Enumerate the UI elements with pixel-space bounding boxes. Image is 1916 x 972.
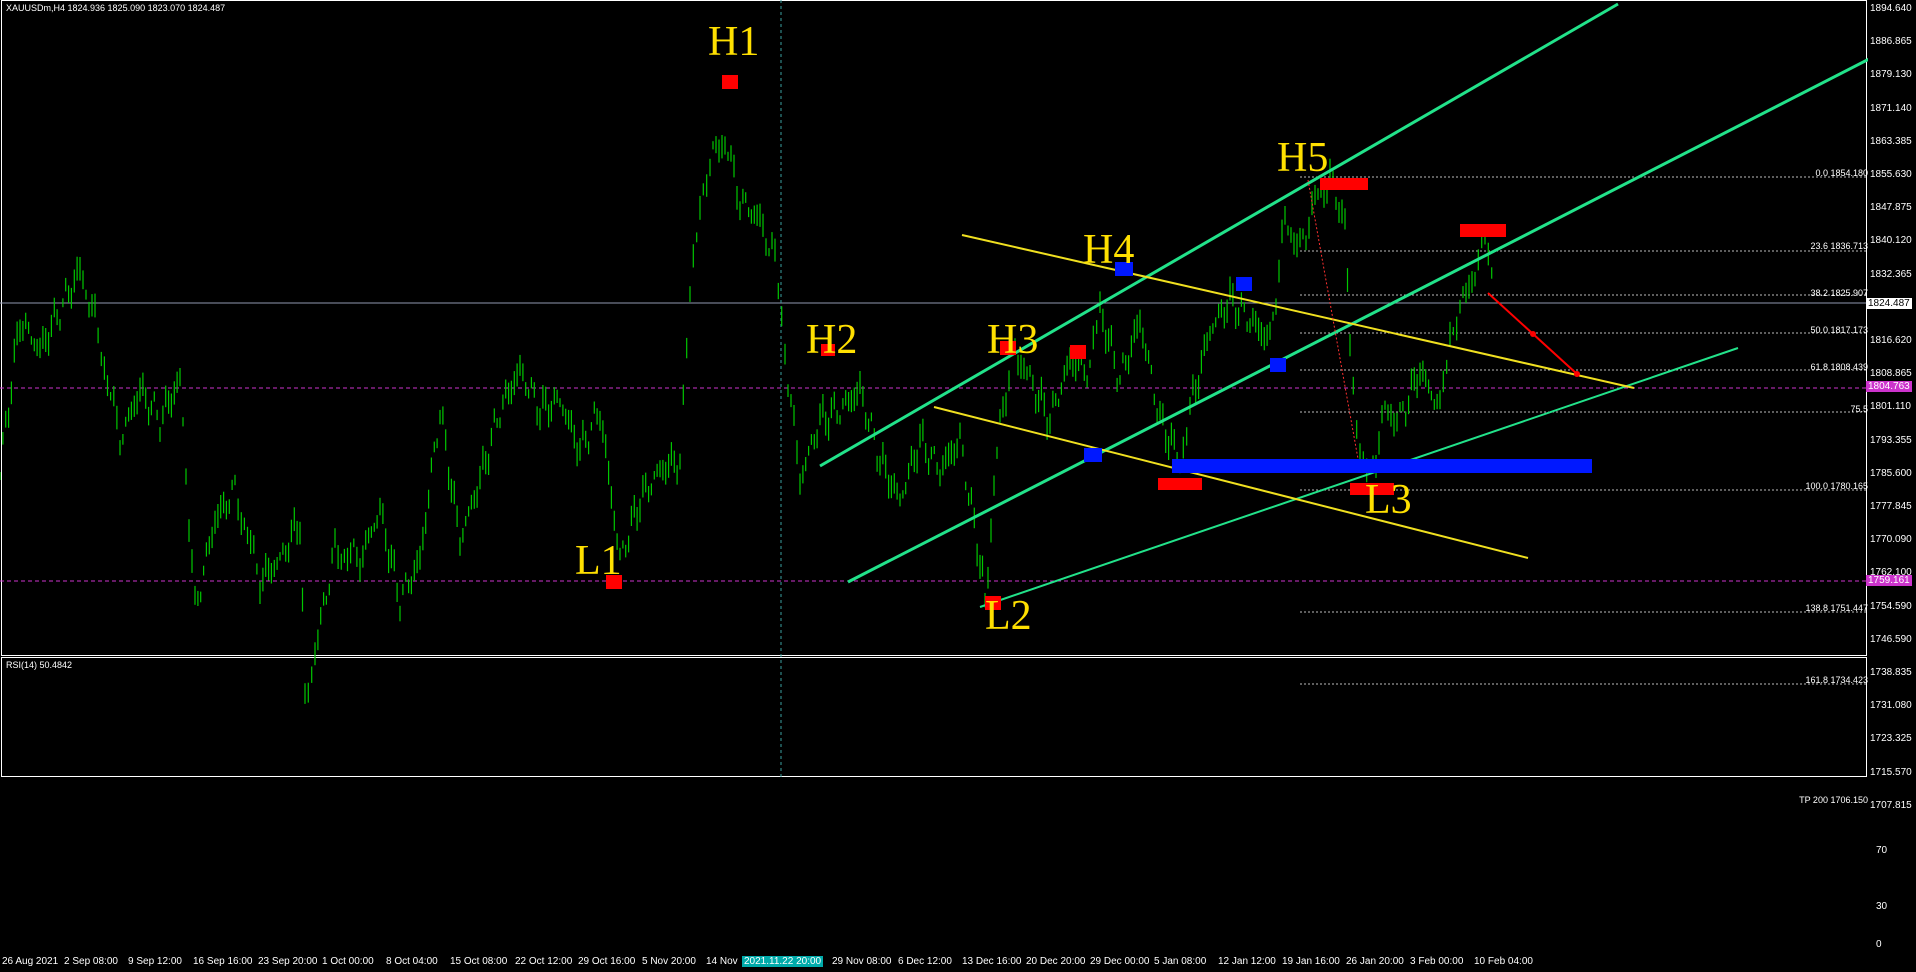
label-h1: H1 [708, 19, 760, 65]
price-tick: 1777.845 [1870, 501, 1912, 512]
fib-23: 23.6 1836.713 [1810, 241, 1868, 251]
price-tick: 1793.355 [1870, 434, 1912, 446]
time-tick: 9 Sep 12:00 [128, 956, 182, 967]
price-tick: 1707.815 [1870, 799, 1912, 811]
price-tick: 1754.590 [1870, 600, 1912, 612]
drawing-objects [606, 2, 1868, 610]
price-tick: 1879.130 [1870, 69, 1912, 81]
time-tick: 12 Jan 12:00 [1218, 956, 1276, 967]
time-tick: 2 Sep 08:00 [64, 956, 118, 967]
magenta-price-label-2: 1759.161 [1866, 575, 1912, 586]
yellow-upper-trendline [961, 234, 1635, 389]
price-tick: 1863.385 [1870, 135, 1912, 147]
price-tick: 1723.325 [1870, 733, 1912, 745]
fib-50: 50.0 1817.173 [1810, 325, 1868, 335]
price-tick: 1894.640 [1870, 3, 1912, 14]
fib-75: 75.5 [1850, 404, 1868, 414]
time-tick: 2021.11.22 20:00 [742, 956, 824, 967]
time-tick: 16 Sep 16:00 [193, 956, 253, 967]
time-tick: 5 Nov 20:00 [642, 956, 696, 967]
rsi-axis-0: 0 [1876, 939, 1882, 950]
projection-dot [1574, 371, 1580, 377]
price-tick: 1847.875 [1870, 202, 1912, 214]
price-tick: 1801.110 [1870, 401, 1911, 413]
projection-dot [1530, 331, 1536, 337]
time-tick: 20 Dec 20:00 [1026, 956, 1086, 967]
price-tick: 1886.865 [1870, 36, 1912, 48]
fib-161: 161.8 1734.423 [1805, 675, 1868, 685]
support-zone-blue [1084, 448, 1102, 462]
fib-38: 38.2 1825.907 [1810, 288, 1868, 298]
time-tick: 10 Feb 04:00 [1474, 956, 1533, 967]
time-tick: 5 Jan 08:00 [1154, 956, 1207, 967]
time-tick: 26 Jan 20:00 [1346, 956, 1404, 967]
price-tick: 1855.630 [1870, 169, 1912, 180]
horizontal-lines [0, 0, 1866, 778]
time-tick: 8 Oct 04:00 [386, 956, 438, 967]
price-tick: 1770.090 [1870, 534, 1912, 546]
price-tick: 1731.080 [1870, 700, 1912, 712]
yellow-lower-trendline [933, 406, 1529, 559]
pivot-marker-red [1070, 345, 1086, 359]
price-tick: 1816.620 [1870, 335, 1912, 346]
price-tick: 1746.590 [1870, 633, 1912, 645]
price-tick: 1715.570 [1870, 766, 1912, 778]
price-chart-svg[interactable] [0, 0, 1868, 778]
channel-lower-line [979, 347, 1739, 608]
support-zone-blue [1236, 277, 1252, 291]
fib-61: 61.8 1808.439 [1810, 362, 1868, 372]
time-tick: 15 Oct 08:00 [450, 956, 508, 967]
current-price-label: 1824.487 [1866, 298, 1912, 309]
fib-tp200: TP 200 1706.150 [1799, 795, 1868, 805]
price-tick: 1738.835 [1870, 667, 1912, 678]
magenta-price-label-1: 1804.763 [1866, 381, 1912, 392]
support-zone-blue [1270, 358, 1286, 372]
price-tick: 1785.600 [1870, 467, 1912, 479]
channel-middle-line [847, 57, 1868, 584]
fib-100: 100.0 1780.165 [1805, 481, 1868, 491]
label-h2: H2 [806, 317, 858, 363]
fib-0: 0.0 1854.180 [1815, 168, 1868, 178]
label-l2: L2 [985, 593, 1032, 639]
time-tick: 23 Sep 20:00 [258, 956, 318, 967]
time-tick: 29 Oct 16:00 [578, 956, 636, 967]
label-h3: H3 [987, 317, 1039, 363]
price-tick: 1808.865 [1870, 368, 1912, 380]
rsi-axis-70: 70 [1876, 845, 1888, 856]
price-tick: 1871.140 [1870, 102, 1912, 114]
time-tick: 1 Oct 00:00 [322, 956, 374, 967]
time-tick: 29 Nov 08:00 [832, 956, 892, 967]
price-tick: 1840.120 [1870, 235, 1912, 247]
pivot-marker-red [1460, 224, 1506, 237]
support-zone-blue [1172, 459, 1592, 473]
pivot-marker-red [722, 75, 738, 89]
label-l1: L1 [575, 538, 622, 584]
candle-series [0, 135, 1493, 704]
time-tick: 6 Dec 12:00 [898, 956, 952, 967]
label-h4: H4 [1083, 227, 1135, 273]
time-tick: 29 Dec 00:00 [1090, 956, 1150, 967]
label-l3: L3 [1365, 477, 1412, 523]
time-tick: 26 Aug 2021 [2, 956, 59, 967]
label-h5: H5 [1277, 135, 1329, 181]
fib-138: 138.8 1751.447 [1805, 603, 1868, 613]
time-tick: 14 Nov [706, 956, 738, 967]
time-tick: 22 Oct 12:00 [515, 956, 573, 967]
price-tick: 1832.365 [1870, 268, 1912, 280]
time-tick: 19 Jan 16:00 [1282, 956, 1340, 967]
pivot-marker-red [1158, 478, 1202, 490]
time-tick: 3 Feb 00:00 [1410, 956, 1464, 967]
rsi-axis-30: 30 [1876, 901, 1888, 912]
time-tick: 13 Dec 16:00 [962, 956, 1022, 967]
